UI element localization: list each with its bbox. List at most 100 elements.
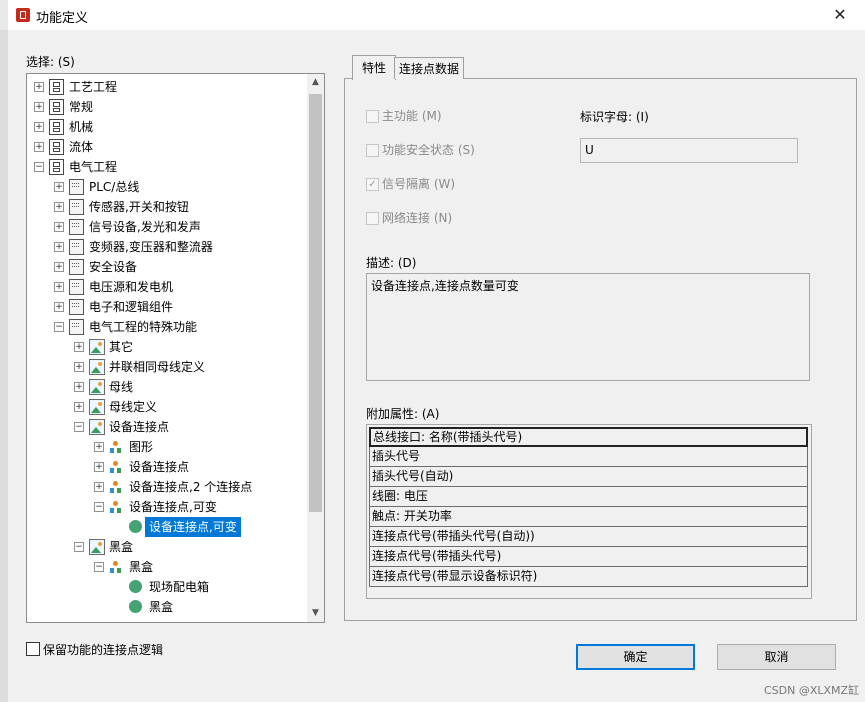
app-icon [16, 8, 30, 22]
property-row[interactable]: 总线接口: 名称(带插头代号) [369, 427, 808, 447]
tree-item[interactable]: 设备连接点,可变 [27, 517, 305, 537]
tree-item[interactable]: + 母线 [27, 377, 305, 397]
tree-item[interactable]: + 信号设备,发光和发声 [27, 217, 305, 237]
function-icon [129, 520, 142, 533]
tab-properties[interactable]: 特性 [352, 55, 396, 80]
expand-icon[interactable]: + [74, 362, 84, 372]
tree-item-label: 电子和逻辑组件 [89, 300, 174, 314]
tree-item[interactable]: − 黑盒 [27, 557, 305, 577]
property-row[interactable]: 连接点代号(带显示设备标识符) [369, 567, 808, 587]
picture-icon [89, 359, 105, 375]
tree-item[interactable]: + 电子和逻辑组件 [27, 297, 305, 317]
tree-item[interactable]: + 机械 [27, 117, 305, 137]
picture-icon [89, 399, 105, 415]
tree-item[interactable]: + 传感器,开关和按钮 [27, 197, 305, 217]
expand-icon[interactable]: + [34, 82, 44, 92]
expand-icon[interactable]: + [54, 202, 64, 212]
tree-item[interactable]: − 设备连接点 [27, 417, 305, 437]
tree-item[interactable]: + 工艺工程 [27, 77, 305, 97]
collapse-icon[interactable]: − [34, 162, 44, 172]
background-window-edge [0, 30, 8, 702]
tree-item-label: 母线定义 [109, 400, 158, 414]
window-title: 功能定义 [36, 11, 89, 26]
expand-icon[interactable]: + [74, 342, 84, 352]
collapse-icon[interactable]: − [54, 322, 64, 332]
cancel-button[interactable]: 取消 [717, 644, 836, 670]
expand-icon[interactable]: + [94, 482, 104, 492]
scroll-down-icon[interactable]: ▼ [307, 605, 324, 622]
expand-icon[interactable]: + [34, 102, 44, 112]
expand-icon[interactable]: + [54, 262, 64, 272]
scroll-up-icon[interactable]: ▲ [307, 74, 324, 91]
expand-icon[interactable]: + [94, 462, 104, 472]
tab-connection-data[interactable]: 连接点数据 [394, 57, 464, 79]
description-field[interactable]: 设备连接点,连接点数量可变 [366, 273, 810, 381]
expand-icon[interactable]: + [74, 382, 84, 392]
picture-icon [89, 379, 105, 395]
tree-item[interactable]: + 其它 [27, 337, 305, 357]
tree-item[interactable]: 黑盒 [27, 597, 305, 617]
expand-icon[interactable]: + [34, 122, 44, 132]
function-tree[interactable]: + 工艺工程 + 常规 + 机械 + 流体 − 电气工程 + PLC/总线 + 传感器,开关和按钮 + 信号设… [26, 73, 325, 623]
keep-logic-checkbox[interactable] [26, 642, 40, 656]
signal-isolation-checkbox[interactable]: ✓ [366, 178, 379, 191]
collapse-icon[interactable]: − [74, 542, 84, 552]
tree-item[interactable]: − 设备连接点,可变 [27, 497, 305, 517]
expand-icon[interactable]: + [54, 242, 64, 252]
property-row[interactable]: 线圈: 电压 [369, 487, 808, 507]
expand-icon[interactable]: + [34, 142, 44, 152]
tree-item-label: 传感器,开关和按钮 [89, 200, 189, 214]
property-row[interactable]: 插头代号(自动) [369, 467, 808, 487]
tree-item[interactable]: + 设备连接点 [27, 457, 305, 477]
safety-state-checkbox[interactable] [366, 144, 379, 157]
tree-item[interactable]: − 黑盒 [27, 537, 305, 557]
property-row[interactable]: 插头代号 [369, 447, 808, 467]
module-icon [69, 279, 84, 295]
tree-item[interactable]: + PLC/总线 [27, 177, 305, 197]
tree-item[interactable]: + 变频器,变压器和整流器 [27, 237, 305, 257]
tree-scrollbar[interactable]: ▲ ▼ [307, 74, 324, 622]
tree-item[interactable]: + 并联相同母线定义 [27, 357, 305, 377]
property-row[interactable]: 连接点代号(带插头代号(自动)) [369, 527, 808, 547]
tree-item[interactable]: + 图形 [27, 437, 305, 457]
tree-item[interactable]: + 流体 [27, 137, 305, 157]
tree-item[interactable]: − 电气工程 [27, 157, 305, 177]
tree-item-label: PLC/总线 [89, 180, 140, 194]
tree-item-label: 电气工程的特殊功能 [89, 320, 198, 334]
ok-button[interactable]: 确定 [576, 644, 695, 670]
expand-icon[interactable]: + [54, 182, 64, 192]
identifier-field[interactable]: U [580, 138, 798, 163]
property-row[interactable]: 连接点代号(带插头代号) [369, 547, 808, 567]
additional-properties-list[interactable]: 总线接口: 名称(带插头代号) 插头代号 插头代号(自动) 线圈: 电压 触点: 开关功… [366, 424, 812, 599]
expand-icon[interactable]: + [54, 222, 64, 232]
tree-item[interactable]: 现场配电箱 [27, 577, 305, 597]
property-row[interactable]: 触点: 开关功率 [369, 507, 808, 527]
collapse-icon[interactable]: − [94, 562, 104, 572]
tree-item[interactable]: + 安全设备 [27, 257, 305, 277]
tree-item-label: 安全设备 [89, 260, 138, 274]
expand-icon[interactable]: + [74, 402, 84, 412]
expand-icon[interactable]: + [94, 442, 104, 452]
tree-item[interactable]: + 电压源和发电机 [27, 277, 305, 297]
collapse-icon[interactable]: − [94, 502, 104, 512]
main-function-checkbox[interactable] [366, 110, 379, 123]
expand-icon[interactable]: + [54, 302, 64, 312]
tree-item-label: 流体 [69, 140, 94, 154]
expand-icon[interactable]: + [54, 282, 64, 292]
tree-item-label: 设备连接点,可变 [145, 517, 241, 537]
identifier-label: 标识字母: (I) [580, 110, 649, 124]
keep-logic-label[interactable]: 保留功能的连接点逻辑 [43, 641, 163, 658]
tree-item-label: 其它 [109, 340, 134, 354]
tree-item[interactable]: + 设备连接点,2 个连接点 [27, 477, 305, 497]
additional-properties-label: 附加属性: (A) [366, 407, 440, 421]
tree-item[interactable]: + 常规 [27, 97, 305, 117]
tree-item-label: 信号设备,发光和发声 [89, 220, 201, 234]
scroll-thumb[interactable] [309, 94, 322, 512]
safety-state-label: 功能安全状态 (S) [382, 143, 475, 157]
tree-item[interactable]: − 电气工程的特殊功能 [27, 317, 305, 337]
network-connection-checkbox[interactable] [366, 212, 379, 225]
close-button[interactable]: ✕ [826, 4, 854, 26]
tree-item[interactable]: + 母线定义 [27, 397, 305, 417]
collapse-icon[interactable]: − [74, 422, 84, 432]
function-icon [129, 580, 142, 593]
